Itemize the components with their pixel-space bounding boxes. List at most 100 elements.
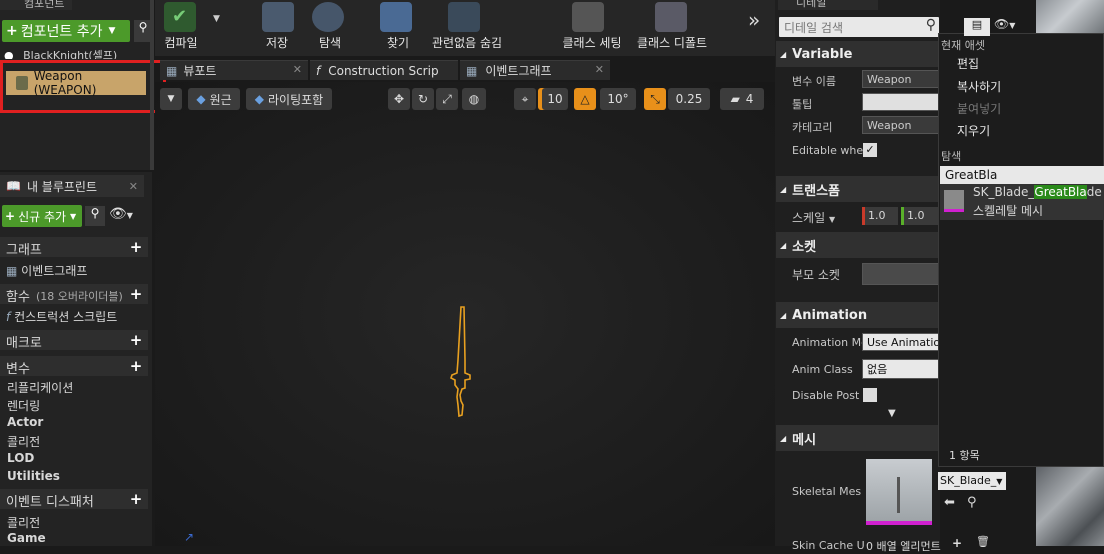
rotation-snap-toggle[interactable]: △ bbox=[574, 88, 596, 110]
browse-button[interactable]: 탐색 bbox=[312, 34, 348, 51]
view-options-button[interactable]: 👁▼ bbox=[109, 206, 141, 226]
grid-snap-value[interactable]: 10 bbox=[542, 88, 568, 110]
browse-to-icon[interactable]: ⚲ bbox=[967, 495, 977, 510]
add-macro-button[interactable]: + bbox=[128, 331, 144, 349]
anim-class-combo[interactable]: 없음 bbox=[862, 359, 940, 379]
section-socket[interactable]: ◢ 소켓 bbox=[776, 232, 938, 258]
perspective-button[interactable]: ◆ 원근 bbox=[188, 88, 240, 110]
blueprint-section-graph[interactable]: 그래프 + bbox=[0, 237, 148, 258]
trash-icon[interactable]: 🗑 bbox=[976, 535, 990, 548]
add-function-button[interactable]: + bbox=[128, 285, 144, 303]
category-field[interactable]: Weapon bbox=[862, 116, 940, 134]
world-local-toggle[interactable]: ◍ bbox=[462, 88, 486, 110]
anim-mode-combo[interactable]: Use Animation bbox=[862, 333, 940, 351]
scale-y-field[interactable]: 1.0 bbox=[901, 207, 938, 225]
close-icon[interactable]: ✕ bbox=[129, 180, 138, 193]
camera-speed-button[interactable]: ▰ 4 bbox=[720, 88, 764, 110]
new-add-button[interactable]: + 신규 추가 ▼ bbox=[2, 205, 82, 227]
compile-dropdown[interactable]: ▼ bbox=[213, 14, 220, 24]
blueprint-section-variables[interactable]: 변수 + bbox=[0, 356, 148, 377]
components-tab[interactable]: 컴포넌트 bbox=[0, 0, 72, 10]
var-name-field[interactable]: Weapon bbox=[862, 70, 940, 88]
section-transform[interactable]: ◢ 트랜스폼 bbox=[776, 176, 938, 202]
mesh-thumbnail[interactable] bbox=[866, 459, 932, 525]
blueprint-item-construction[interactable]: f 컨스트럭션 스크립트 bbox=[6, 308, 117, 325]
dispatcher-category-game[interactable]: Game bbox=[7, 531, 46, 545]
add-variable-button[interactable]: + bbox=[128, 357, 144, 375]
close-icon[interactable]: ✕ bbox=[293, 63, 302, 76]
tab-construction-script[interactable]: f Construction Scrip bbox=[310, 60, 458, 80]
hide-unrelated-icon[interactable] bbox=[448, 2, 480, 32]
details-visibility-button[interactable]: 👁▼ bbox=[994, 17, 1026, 35]
tab-event-graph[interactable]: ▦ 이벤트그래프 ✕ bbox=[460, 60, 610, 80]
scale-snap-toggle[interactable]: ⤡ bbox=[644, 88, 666, 110]
class-settings-icon[interactable] bbox=[572, 2, 604, 32]
compile-icon[interactable]: ✔ bbox=[164, 2, 196, 32]
class-defaults-button[interactable]: 클래스 디폴트 bbox=[637, 34, 707, 51]
add-component-button[interactable]: + 컴포넌트 추가 ▼ bbox=[2, 20, 130, 42]
viewport-menu-button[interactable]: ▼ bbox=[160, 88, 182, 110]
section-variable[interactable]: ◢ Variable bbox=[776, 41, 938, 67]
blueprint-item-event-graph[interactable]: ▦ 이벤트그래프 bbox=[6, 262, 87, 279]
disable-post-checkbox[interactable] bbox=[863, 388, 877, 402]
add-dispatcher-button[interactable]: + bbox=[128, 490, 144, 508]
asset-search-input[interactable]: GreatBla bbox=[940, 166, 1104, 184]
graph-icon: ▦ bbox=[466, 63, 478, 78]
dispatcher-category-collision[interactable]: 콜리전 bbox=[7, 514, 40, 531]
blueprint-section-dispatchers[interactable]: 이벤트 디스패처 + bbox=[0, 489, 148, 510]
scale-x-field[interactable]: 1.0 bbox=[862, 207, 898, 225]
class-settings-button[interactable]: 클래스 세팅 bbox=[561, 34, 623, 51]
result-count: 1 항목 bbox=[949, 449, 980, 462]
asset-result-item[interactable]: SK_Blade_GreatBlade 스켈레탈 메시 bbox=[940, 184, 1104, 220]
scale-tool[interactable]: ⤢ bbox=[436, 88, 458, 110]
class-defaults-icon[interactable] bbox=[655, 2, 687, 32]
details-tab[interactable]: 디테일 bbox=[778, 0, 878, 10]
menu-edit[interactable]: 편집 bbox=[957, 55, 979, 72]
section-mesh[interactable]: ◢ 메시 bbox=[776, 425, 938, 451]
left-scrollbar[interactable] bbox=[150, 0, 154, 170]
add-element-icon[interactable]: + bbox=[952, 536, 962, 550]
toolbar-more-button[interactable]: » bbox=[748, 8, 760, 32]
find-button[interactable]: 찾기 bbox=[380, 34, 416, 51]
rotate-tool[interactable]: ↻ bbox=[412, 88, 434, 110]
variable-category-actor[interactable]: Actor bbox=[7, 415, 43, 429]
my-blueprint-tab[interactable]: 📖 내 블루프린트 ✕ bbox=[0, 175, 144, 197]
blueprint-section-macros[interactable]: 매크로 + bbox=[0, 330, 148, 351]
lighting-button[interactable]: ◆ 라이팅포함 bbox=[246, 88, 332, 110]
variable-category-rendering[interactable]: 렌더링 bbox=[7, 397, 40, 414]
details-search-input[interactable]: 디테일 검색 ⚲ bbox=[779, 17, 939, 37]
blueprint-search-button[interactable]: ⚲ bbox=[85, 206, 105, 226]
tab-viewport[interactable]: ▦ 뷰포트 ✕ bbox=[160, 60, 308, 80]
tooltip-field[interactable] bbox=[862, 93, 940, 111]
use-selected-icon[interactable]: ⬅ bbox=[944, 495, 955, 510]
save-button[interactable]: 저장 bbox=[262, 34, 292, 51]
section-animation[interactable]: ◢ Animation bbox=[776, 302, 938, 328]
scale-snap-value[interactable]: 0.25 bbox=[668, 88, 710, 110]
translate-tool[interactable]: ✥ bbox=[388, 88, 410, 110]
details-view-button[interactable]: ▤ bbox=[964, 18, 990, 36]
find-icon[interactable] bbox=[380, 2, 412, 32]
close-icon[interactable]: ✕ bbox=[595, 63, 604, 76]
variable-category-collision[interactable]: 콜리전 bbox=[7, 433, 40, 450]
component-root-item[interactable]: ● BlackKnight(셀프) bbox=[4, 47, 148, 59]
parent-socket-field[interactable] bbox=[862, 263, 940, 285]
compile-button[interactable]: 컴파일 bbox=[163, 34, 199, 51]
blueprint-section-functions[interactable]: 함수 (18 오버라이더블) + bbox=[0, 284, 148, 305]
scale-label[interactable]: 스케일 ▼ bbox=[792, 209, 835, 226]
variable-category-lod[interactable]: LOD bbox=[7, 451, 34, 465]
save-icon[interactable] bbox=[262, 2, 294, 32]
variable-category-utilities[interactable]: Utilities bbox=[7, 469, 60, 483]
variable-category-replication[interactable]: 리플리케이션 bbox=[7, 379, 73, 396]
advanced-expand-icon[interactable]: ▼ bbox=[888, 408, 896, 419]
menu-clear[interactable]: 지우기 bbox=[957, 122, 990, 139]
mesh-asset-combo[interactable]: SK_Blade_▼ bbox=[938, 472, 1006, 490]
hide-unrelated-button[interactable]: 관련없음 숨김 bbox=[432, 34, 502, 51]
add-graph-button[interactable]: + bbox=[128, 238, 144, 256]
menu-paste[interactable]: 붙여넣기 bbox=[957, 100, 1001, 117]
menu-copy[interactable]: 복사하기 bbox=[957, 78, 1001, 95]
rotation-snap-value[interactable]: 10° bbox=[600, 88, 636, 110]
editable-checkbox[interactable]: ✓ bbox=[863, 143, 877, 157]
sword-mesh-outline[interactable] bbox=[448, 305, 478, 420]
surface-snap-toggle[interactable]: ⌖ bbox=[514, 88, 536, 110]
browse-icon[interactable] bbox=[312, 2, 344, 32]
